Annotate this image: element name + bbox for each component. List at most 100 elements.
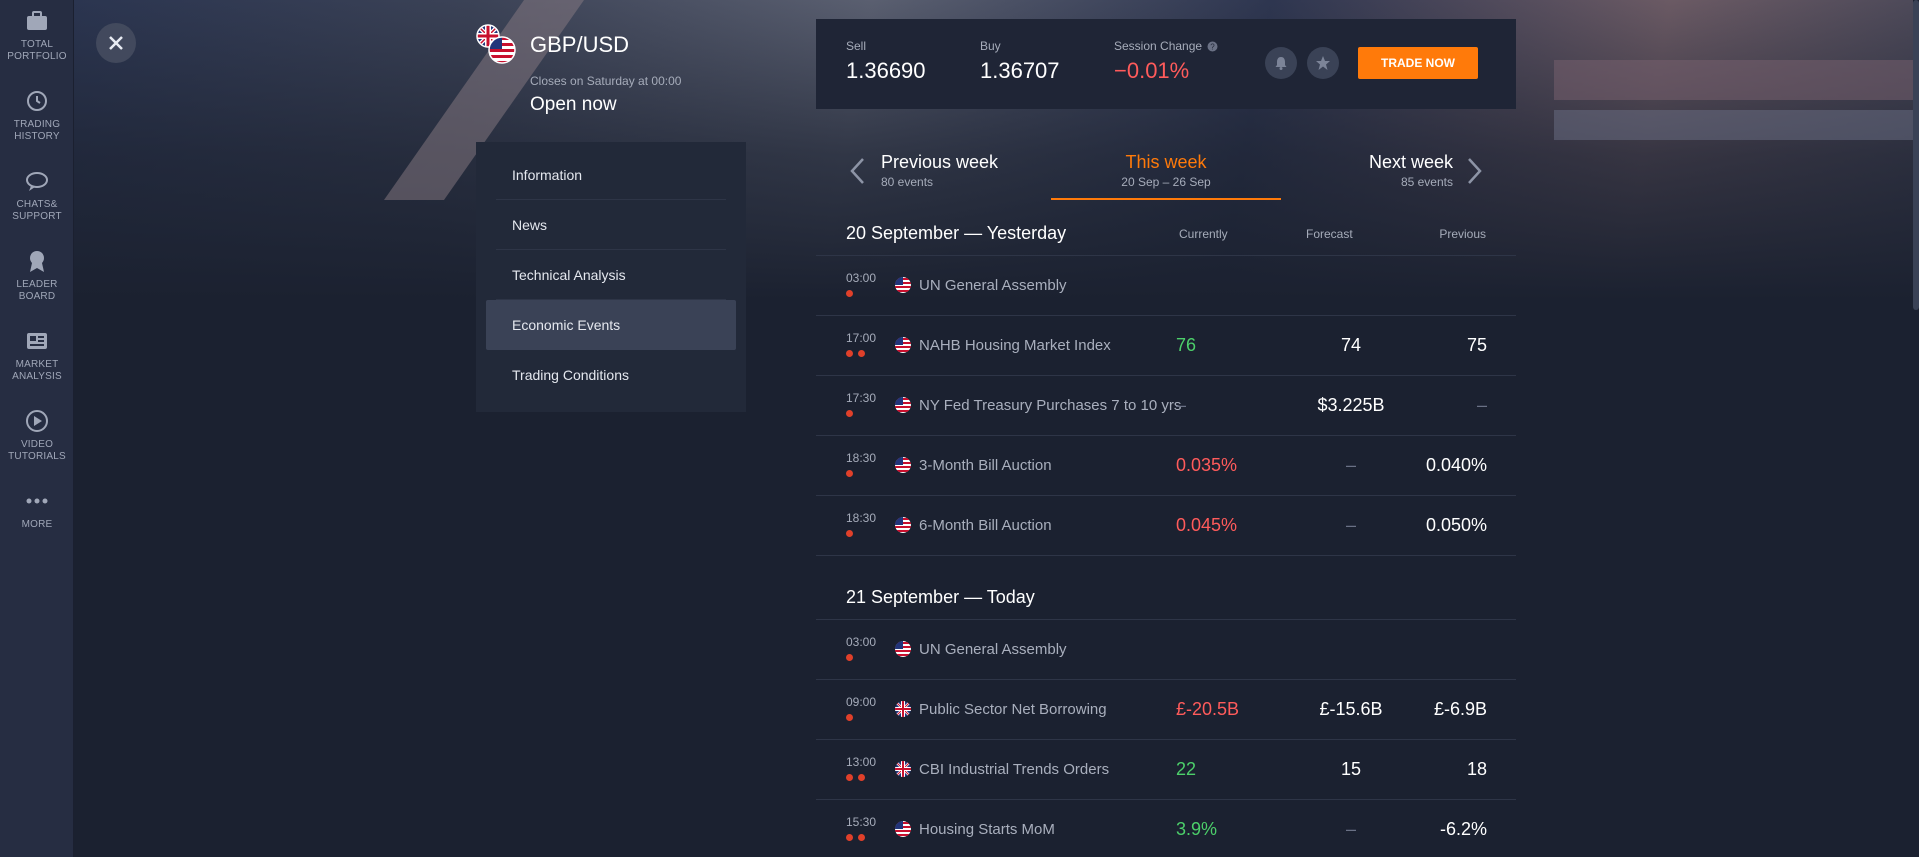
event-name: NY Fed Treasury Purchases 7 to 10 yrs <box>919 397 1182 414</box>
importance-indicator <box>846 470 853 477</box>
previous-week-button[interactable]: Previous week 80 events <box>881 152 998 189</box>
sidebar-item-label: VIDEO TUTORIALS <box>8 439 66 462</box>
session-change: Session Change ? −0.01% <box>1114 39 1218 84</box>
event-forecast: $3.225B <box>1317 395 1385 415</box>
event-currently: £-20.5B <box>1176 699 1240 719</box>
trade-now-button[interactable]: TRADE NOW <box>1358 47 1478 79</box>
us-flag-icon <box>895 277 911 293</box>
bell-icon <box>1275 57 1287 70</box>
previous-week-count: 80 events <box>881 175 934 189</box>
importance-dot <box>846 410 853 417</box>
sidebar-item-chats-support[interactable]: CHATS& SUPPORT <box>0 160 74 240</box>
sidebar-item-market-analysis[interactable]: MARKET ANALYSIS <box>0 320 74 400</box>
importance-indicator <box>846 350 865 357</box>
asset-info-menu: Information News Technical Analysis Econ… <box>476 142 746 412</box>
chevron-left-icon[interactable] <box>848 156 868 186</box>
event-row[interactable]: 17:30 NY Fed Treasury Purchases 7 to 10 y… <box>816 376 1516 436</box>
next-week-title: Next week <box>1368 152 1453 172</box>
importance-dot <box>846 834 853 841</box>
uk-flag-icon <box>895 761 911 777</box>
menu-item-information[interactable]: Information <box>496 150 726 200</box>
alert-button[interactable] <box>1265 47 1297 79</box>
event-currently: – <box>1176 395 1187 415</box>
menu-item-trading-conditions[interactable]: Trading Conditions <box>496 350 726 400</box>
importance-dot <box>858 834 865 841</box>
scrollbar-thumb[interactable] <box>1913 0 1919 310</box>
sell-price: Sell 1.36690 <box>846 39 926 84</box>
event-row[interactable]: 15:30 Housing Starts MoM 3.9% – -6.2% <box>816 800 1516 857</box>
scrollbar[interactable] <box>1913 0 1919 857</box>
sidebar-item-video-tutorials[interactable]: VIDEO TUTORIALS <box>0 400 74 480</box>
us-flag-icon <box>895 397 911 413</box>
sidebar-item-label: MARKET ANALYSIS <box>12 359 62 382</box>
event-previous: £-6.9B <box>1433 699 1487 719</box>
day-title: 21 September — Today <box>846 587 1035 607</box>
event-forecast: – <box>1345 515 1356 535</box>
column-forecast: Forecast <box>1306 227 1353 241</box>
buy-value: 1.36707 <box>980 58 1060 83</box>
day-header: 20 September — Yesterday Currently Forec… <box>816 212 1516 256</box>
event-name: 6-Month Bill Auction <box>919 517 1052 534</box>
event-row[interactable]: 13:00 CBI Industrial Trends Orders 22 15 18 <box>816 740 1516 800</box>
importance-dot <box>846 774 853 781</box>
event-time: 17:30 <box>846 391 877 405</box>
sidebar-item-total-portfolio[interactable]: TOTAL PORTFOLIO <box>0 0 74 80</box>
event-row[interactable]: 17:00 NAHB Housing Market Index 76 74 75 <box>816 316 1516 376</box>
us-flag-icon <box>895 457 911 473</box>
us-flag-icon <box>895 641 911 657</box>
importance-indicator <box>846 410 853 417</box>
left-sidebar: TOTAL PORTFOLIO TRADING HISTORY CHATS& S… <box>0 0 74 857</box>
event-time: 03:00 <box>846 635 877 649</box>
sidebar-item-leaderboard[interactable]: LEADER BOARD <box>0 240 74 320</box>
menu-item-news[interactable]: News <box>496 200 726 250</box>
us-flag-icon <box>895 337 911 353</box>
event-row[interactable]: 03:00 UN General Assembly <box>816 620 1516 680</box>
event-forecast: – <box>1345 455 1356 475</box>
more-dots-icon <box>26 498 48 504</box>
importance-dot <box>858 350 865 357</box>
importance-dot <box>846 290 853 297</box>
newspaper-icon <box>27 333 47 349</box>
sell-value: 1.36690 <box>846 58 926 83</box>
sidebar-item-label: MORE <box>21 519 53 530</box>
event-currently: 22 <box>1176 759 1197 779</box>
importance-dot <box>846 530 853 537</box>
importance-dot <box>846 470 853 477</box>
sidebar-item-more[interactable]: MORE <box>0 480 74 560</box>
event-currently: 3.9% <box>1176 819 1218 839</box>
this-week-title: This week <box>1125 152 1207 172</box>
favorite-button[interactable] <box>1307 47 1339 79</box>
event-time: 03:00 <box>846 271 877 285</box>
asset-market-status: Open now <box>530 94 617 115</box>
importance-indicator <box>846 290 853 297</box>
sidebar-item-trading-history[interactable]: TRADING HISTORY <box>0 80 74 160</box>
event-currently: 0.035% <box>1176 455 1238 475</box>
help-icon[interactable]: ? <box>1207 41 1218 52</box>
event-name: UN General Assembly <box>919 277 1067 294</box>
event-time: 09:00 <box>846 695 877 709</box>
buy-label: Buy <box>980 39 1001 53</box>
next-week-button[interactable]: Next week 85 events <box>1369 152 1453 189</box>
importance-indicator <box>846 714 853 721</box>
chat-icon <box>26 172 48 191</box>
this-week-tab[interactable]: This week 20 Sep – 26 Sep <box>1051 152 1281 200</box>
menu-item-economic-events[interactable]: Economic Events <box>486 300 736 350</box>
chevron-right-icon[interactable] <box>1464 156 1484 186</box>
sidebar-item-label: LEADER BOARD <box>16 279 58 302</box>
medal-icon <box>30 251 44 272</box>
event-forecast: 15 <box>1340 759 1362 779</box>
event-row[interactable]: 09:00 Public Sector Net Borrowing £-20.5B £… <box>816 680 1516 740</box>
event-forecast: 74 <box>1340 335 1362 355</box>
session-change-value: −0.01% <box>1114 58 1190 83</box>
event-row[interactable]: 18:30 6-Month Bill Auction 0.045% – 0.050% <box>816 496 1516 556</box>
event-forecast: – <box>1345 819 1356 839</box>
event-forecast: £-15.6B <box>1319 699 1383 719</box>
event-row[interactable]: 18:30 3-Month Bill Auction 0.035% – 0.040% <box>816 436 1516 496</box>
us-flag-icon <box>895 517 911 533</box>
event-previous: – <box>1476 395 1487 415</box>
event-row[interactable]: 03:00 UN General Assembly <box>816 256 1516 316</box>
sidebar-item-label: TOTAL PORTFOLIO <box>7 39 67 62</box>
sidebar-item-label: CHATS& SUPPORT <box>12 199 62 222</box>
menu-item-technical-analysis[interactable]: Technical Analysis <box>496 250 726 300</box>
close-button[interactable] <box>96 23 136 63</box>
